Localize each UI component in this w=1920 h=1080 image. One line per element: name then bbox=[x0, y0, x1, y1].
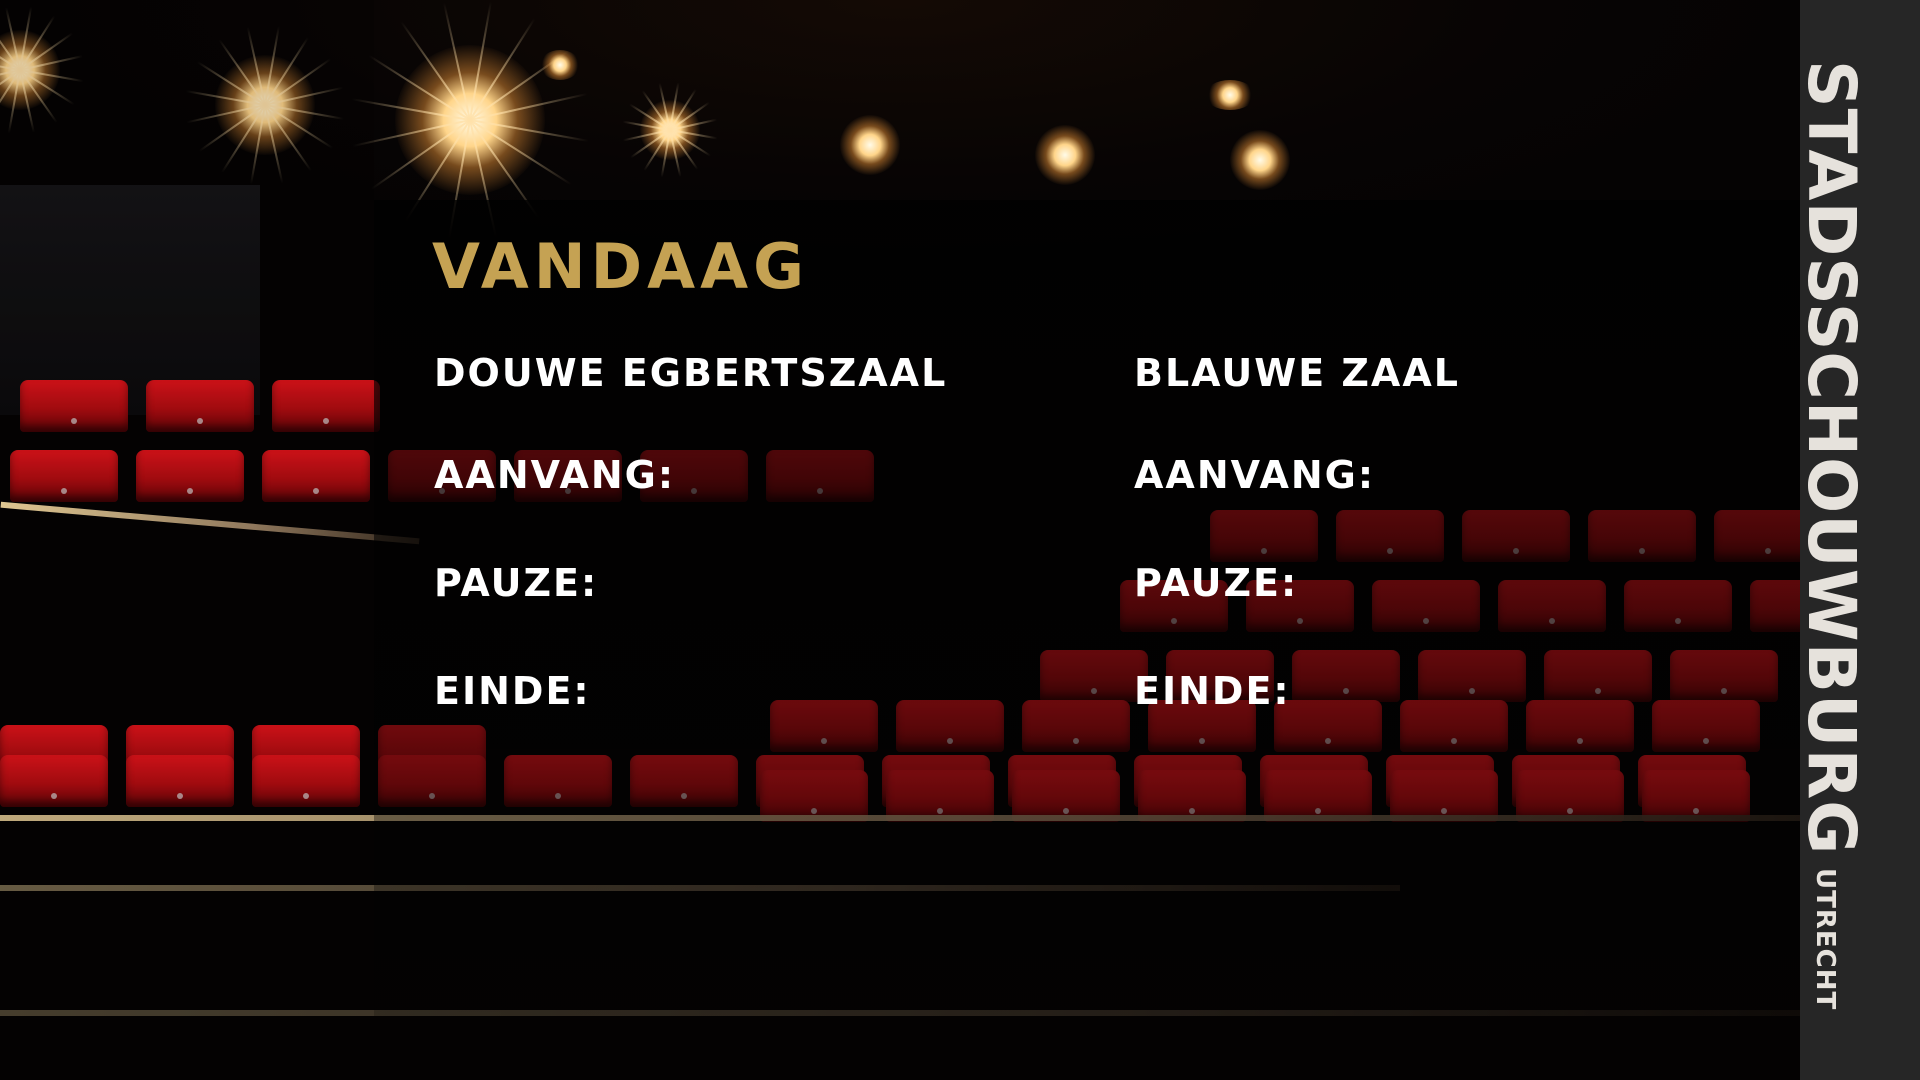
spotlight bbox=[622, 82, 718, 178]
spotlight bbox=[1205, 80, 1255, 110]
intermission-row: PAUZE: bbox=[434, 560, 947, 606]
start-time-row: AANVANG: bbox=[434, 452, 947, 498]
page-title: VANDAAG bbox=[432, 230, 809, 303]
image-shade bbox=[0, 0, 374, 1080]
logo-strip: STADSSCHOUWBURG UTRECHT bbox=[1793, 0, 1920, 1080]
spotlight bbox=[351, 1, 589, 239]
intermission-label: PAUZE: bbox=[1134, 561, 1299, 605]
hall-name: DOUWE EGBERTSZAAL bbox=[434, 351, 948, 395]
end-time-label: EINDE: bbox=[1134, 669, 1291, 713]
intermission-row: PAUZE: bbox=[1134, 560, 1460, 606]
spotlight bbox=[1230, 130, 1290, 190]
logo-wordmark: STADSSCHOUWBURG bbox=[1793, 60, 1870, 856]
spotlight bbox=[1035, 125, 1095, 185]
start-time-label: AANVANG: bbox=[1134, 453, 1376, 497]
logo-city: UTRECHT bbox=[1810, 868, 1840, 1011]
hall-name: BLAUWE ZAAL bbox=[1134, 351, 1460, 395]
spotlight bbox=[540, 50, 580, 80]
end-time-row: EINDE: bbox=[434, 668, 947, 714]
schedule-panel: VANDAAG DOUWE EGBERTSZAAL AANVANG: PAUZE… bbox=[374, 200, 1800, 850]
end-time-row: EINDE: bbox=[1134, 668, 1460, 714]
intermission-label: PAUZE: bbox=[434, 561, 599, 605]
spotlight bbox=[840, 115, 900, 175]
hall-column-blauwe-zaal: BLAUWE ZAAL AANVANG: PAUZE: EINDE: bbox=[1134, 350, 1460, 776]
start-time-row: AANVANG: bbox=[1134, 452, 1460, 498]
end-time-label: EINDE: bbox=[434, 669, 591, 713]
start-time-label: AANVANG: bbox=[434, 453, 676, 497]
hall-column-douwe-egbertszaal: DOUWE EGBERTSZAAL AANVANG: PAUZE: EINDE: bbox=[434, 350, 947, 776]
